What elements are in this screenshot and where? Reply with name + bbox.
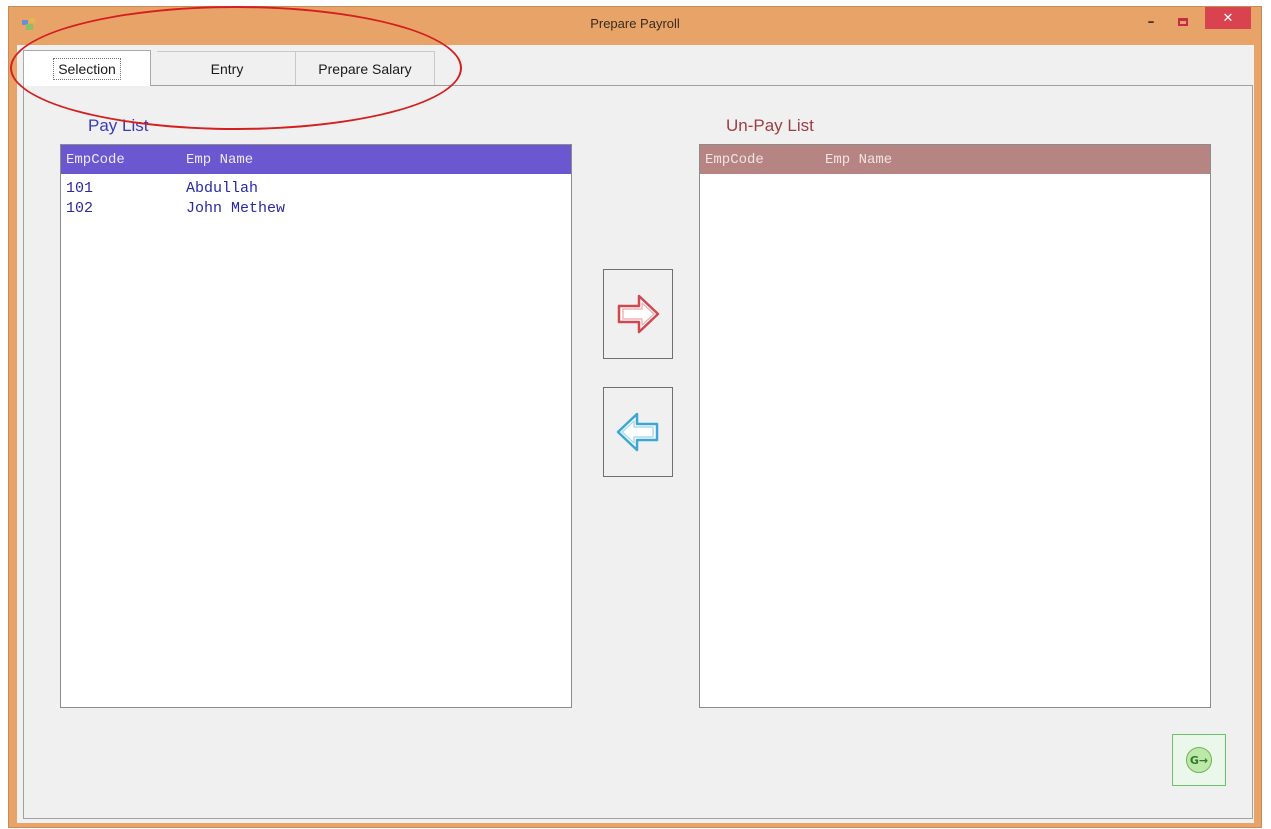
unpay-list-header: EmpCode Emp Name: [700, 145, 1210, 174]
column-header-emp-name[interactable]: Emp Name: [825, 152, 1210, 168]
close-button[interactable]: ✕: [1205, 7, 1251, 29]
exit-button[interactable]: G→: [1172, 734, 1226, 786]
maximize-button[interactable]: [1169, 11, 1197, 33]
tab-prepare-salary[interactable]: Prepare Salary: [295, 51, 435, 85]
tab-label: Entry: [210, 60, 244, 77]
tab-selection[interactable]: Selection: [23, 50, 151, 86]
list-item[interactable]: 102 John Methew: [61, 198, 571, 218]
maximize-icon: [1178, 18, 1188, 26]
unpay-list[interactable]: EmpCode Emp Name: [699, 144, 1211, 708]
pay-list-header: EmpCode Emp Name: [61, 145, 571, 174]
window-title: Prepare Payroll: [590, 16, 680, 31]
arrow-right-icon: [617, 294, 660, 334]
arrow-left-icon: [616, 412, 659, 452]
emp-name: John Methew: [186, 199, 286, 217]
emp-name: Abdullah: [186, 179, 259, 197]
title-bar: Prepare Payroll – ✕: [9, 7, 1261, 41]
emp-code: 101: [66, 179, 94, 197]
column-header-empcode[interactable]: EmpCode: [700, 152, 825, 168]
exit-icon: G→: [1186, 747, 1212, 773]
column-header-emp-name[interactable]: Emp Name: [186, 152, 571, 168]
tab-label: Selection: [53, 57, 121, 80]
pay-list-rows: 101 Abdullah 102 John Methew: [61, 174, 571, 218]
pay-list-title: Pay List: [88, 116, 149, 135]
list-item[interactable]: 101 Abdullah: [61, 178, 571, 198]
emp-code: 102: [66, 199, 94, 217]
minimize-button[interactable]: –: [1137, 11, 1165, 33]
move-to-unpay-button[interactable]: [603, 269, 673, 359]
column-header-empcode[interactable]: EmpCode: [61, 152, 186, 168]
tab-label: Prepare Salary: [318, 60, 412, 77]
tab-entry[interactable]: Entry: [157, 51, 297, 85]
move-to-pay-button[interactable]: [603, 387, 673, 477]
pay-list[interactable]: EmpCode Emp Name 101 Abdullah 102 John M…: [60, 144, 572, 708]
unpay-list-title: Un-Pay List: [726, 116, 814, 135]
